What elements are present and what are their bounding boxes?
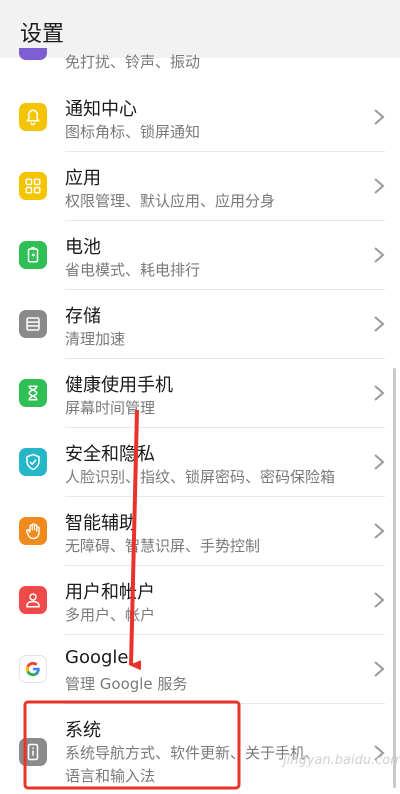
hand-icon (19, 517, 47, 545)
settings-item-smart-assistance[interactable]: 智能辅助 无障碍、智慧识屏、手势控制 (0, 497, 400, 566)
settings-item-label: 智能辅助 (65, 513, 137, 534)
settings-item-subtitle: 人脸识别、指纹、锁屏密码、密码保险箱 (65, 468, 336, 486)
settings-item-notifications[interactable]: 通知中心 图标角标、锁屏通知 (0, 83, 400, 152)
chevron-right-icon (374, 316, 385, 332)
settings-list: 通知中心 图标角标、锁屏通知 应用 权限管理、默认应用、应用分身 电池 省电模式… (0, 83, 400, 794)
settings-item-subtitle: 屏幕时间管理 (65, 399, 156, 417)
settings-item-label: 存储 (65, 306, 101, 327)
scrollbar[interactable] (393, 368, 396, 788)
settings-item-subtitle: 多用户、帐户 (65, 606, 156, 624)
chevron-right-icon (374, 661, 385, 677)
page-title: 设置 (20, 22, 65, 47)
settings-item-label: 系统 (65, 720, 101, 741)
hourglass-icon (19, 379, 47, 407)
settings-item-label: Google (65, 647, 129, 668)
settings-item-users-accounts[interactable]: 用户和帐户 多用户、帐户 (0, 566, 400, 635)
settings-item-battery[interactable]: 电池 省电模式、耗电排行 (0, 221, 400, 290)
settings-item-subtitle: 图标角标、锁屏通知 (65, 123, 201, 141)
user-icon (19, 586, 47, 614)
system-info-icon (19, 738, 47, 766)
settings-item-subtitle: 管理 Google 服务 (65, 675, 188, 693)
bell-icon (19, 103, 47, 131)
settings-item-label: 通知中心 (65, 99, 137, 120)
settings-item-digital-balance[interactable]: 健康使用手机 屏幕时间管理 (0, 359, 400, 428)
battery-icon (19, 241, 47, 269)
settings-item-label: 电池 (65, 237, 101, 258)
sound-icon (19, 48, 47, 60)
settings-item-subtitle-line2: 语言和输入法 (65, 767, 156, 785)
partial-item-subtitle: 免打扰、铃声、振动 (65, 53, 201, 71)
settings-item-subtitle: 清理加速 (65, 330, 126, 348)
chevron-right-icon (374, 454, 385, 470)
partial-list-item-sounds[interactable]: 免打扰、铃声、振动 (0, 48, 400, 78)
settings-item-label: 健康使用手机 (65, 375, 173, 396)
settings-item-google[interactable]: Google 管理 Google 服务 (0, 635, 400, 704)
settings-item-security-privacy[interactable]: 安全和隐私 人脸识别、指纹、锁屏密码、密码保险箱 (0, 428, 400, 497)
settings-item-subtitle: 系统导航方式、软件更新、关于手机、 (65, 744, 321, 762)
apps-grid-icon (19, 172, 47, 200)
chevron-right-icon (374, 385, 385, 401)
settings-item-subtitle: 省电模式、耗电排行 (65, 261, 201, 279)
chevron-right-icon (374, 523, 385, 539)
shield-icon (19, 448, 47, 476)
storage-icon (19, 310, 47, 338)
settings-item-system[interactable]: 系统 系统导航方式、软件更新、关于手机、 语言和输入法 (0, 704, 400, 794)
settings-item-subtitle: 无障碍、智慧识屏、手势控制 (65, 537, 261, 555)
google-icon (19, 655, 47, 683)
settings-item-subtitle: 权限管理、默认应用、应用分身 (65, 192, 276, 210)
chevron-right-icon (374, 178, 385, 194)
settings-item-label: 用户和帐户 (65, 582, 155, 603)
settings-item-label: 应用 (65, 168, 101, 189)
watermark: jingyan.baidu.com (283, 753, 400, 768)
chevron-right-icon (374, 247, 385, 263)
chevron-right-icon (374, 592, 385, 608)
settings-item-storage[interactable]: 存储 清理加速 (0, 290, 400, 359)
chevron-right-icon (374, 109, 385, 125)
settings-item-label: 安全和隐私 (65, 444, 155, 465)
settings-item-apps[interactable]: 应用 权限管理、默认应用、应用分身 (0, 152, 400, 221)
